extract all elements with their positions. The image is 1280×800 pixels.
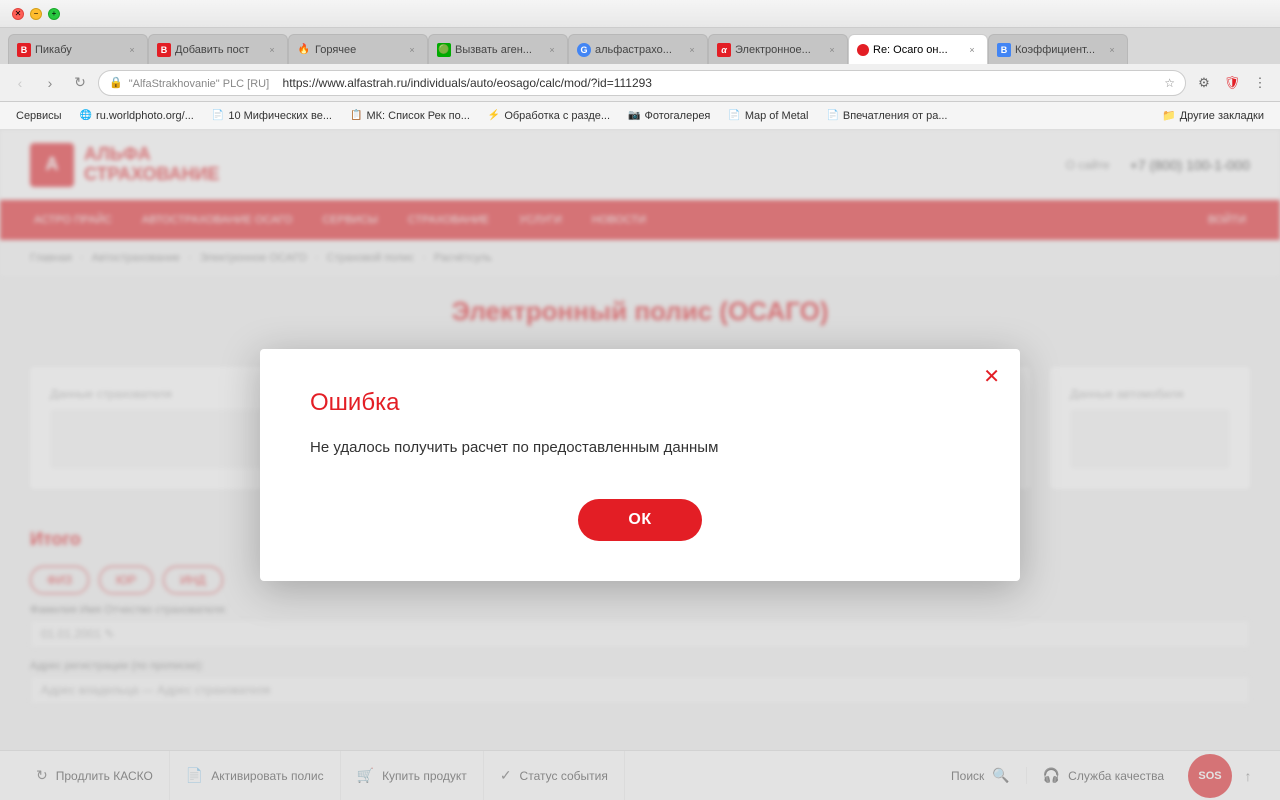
lock-icon: 🔒	[109, 76, 123, 89]
tab-close-agent[interactable]: ×	[545, 43, 559, 57]
modal-message: Не удалось получить расчет по предоставл…	[310, 437, 970, 460]
bookmark-vpechatleniya-label: Впечатления от ра...	[843, 110, 948, 122]
tab-title-electronic: Электронное...	[735, 44, 821, 56]
bookmark-services-label: Сервисы	[16, 110, 62, 122]
url-text: "AlfaStrakhovanie" PLC [RU] https://www.…	[129, 76, 1159, 90]
bookmark-services[interactable]: Сервисы	[8, 105, 70, 127]
menu-icon[interactable]: ⋮	[1248, 71, 1272, 95]
back-button[interactable]: ‹	[8, 71, 32, 95]
extensions-icon[interactable]: ⚙	[1192, 71, 1216, 95]
title-bar: ✕ − +	[0, 0, 1280, 28]
bookmark-favicon-worldphoto: 🌐	[80, 110, 92, 121]
tab-alfa[interactable]: G альфастрахо... ×	[568, 34, 708, 64]
bookmark-favicon-obrabotka: ⚡	[488, 110, 500, 121]
bookmark-10myths-label: 10 Мифических ве...	[228, 110, 332, 122]
tab-title-re-osago: Re: Осаго он...	[873, 44, 961, 56]
tab-close-hot[interactable]: ×	[405, 43, 419, 57]
tab-favicon-koeff: B	[997, 43, 1011, 57]
bookmark-favicon-mapofmetal: 📄	[728, 110, 740, 121]
bookmark-favicon-mk: 📋	[350, 110, 362, 121]
tab-close-pikabo[interactable]: ×	[125, 43, 139, 57]
tab-title-agent: Вызвать аген...	[455, 44, 541, 56]
bookmark-mk[interactable]: 📋 МК: Список Рек по...	[342, 105, 478, 127]
bookmark-worldphoto-label: ru.worldphoto.org/...	[96, 110, 194, 122]
bookmark-fotogalereya-label: Фотогалерея	[645, 110, 711, 122]
tab-agent[interactable]: 🟢 Вызвать аген... ×	[428, 34, 568, 64]
tab-favicon-hot: 🔥	[297, 43, 311, 57]
bookmark-mapofmetal[interactable]: 📄 Map of Metal	[720, 105, 816, 127]
tab-close-re-osago[interactable]: ×	[965, 43, 979, 57]
bookmark-folder-label: Другие закладки	[1180, 110, 1264, 122]
close-button[interactable]: ✕	[12, 8, 24, 20]
tab-title-pikabo: Пикабу	[35, 44, 121, 56]
tab-bar: В Пикабу × В Добавить пост × 🔥 Горячее ×…	[0, 28, 1280, 64]
minimize-button[interactable]: −	[30, 8, 42, 20]
modal-dialog: ✕ Ошибка Не удалось получить расчет по п…	[260, 349, 1020, 582]
bookmark-worldphoto[interactable]: 🌐 ru.worldphoto.org/...	[72, 105, 202, 127]
tab-favicon-re-osago	[857, 44, 869, 56]
tab-title-koeff: Коэффициент...	[1015, 44, 1101, 56]
modal-close-button[interactable]: ✕	[983, 367, 1000, 387]
tab-re-osago[interactable]: Re: Осаго он... ×	[848, 34, 988, 64]
bookmark-folder-other[interactable]: 📁 Другие закладки	[1154, 105, 1272, 127]
bookmark-favicon-vpechatleniya: 📄	[826, 110, 838, 121]
toolbar-icons: ⚙ 🛡 ⋮	[1192, 71, 1272, 95]
site-label: "AlfaStrakhovanie" PLC [RU]	[129, 78, 269, 90]
modal-ok-button[interactable]: ОК	[578, 499, 701, 541]
bookmark-obrabotka-label: Обработка с разде...	[504, 110, 610, 122]
tab-hot[interactable]: 🔥 Горячее ×	[288, 34, 428, 64]
tab-koeff[interactable]: B Коэффициент... ×	[988, 34, 1128, 64]
bookmark-mk-label: МК: Список Рек по...	[366, 110, 469, 122]
bookmark-star-icon[interactable]: ☆	[1164, 76, 1175, 90]
tab-title-alfa: альфастрахо...	[595, 44, 681, 56]
tab-favicon-addpost: В	[157, 43, 171, 57]
modal-overlay: ✕ Ошибка Не удалось получить расчет по п…	[0, 130, 1280, 800]
tab-favicon-agent: 🟢	[437, 43, 451, 57]
bookmark-10myths[interactable]: 📄 10 Мифических ве...	[204, 105, 340, 127]
tab-pikabo[interactable]: В Пикабу ×	[8, 34, 148, 64]
bookmark-favicon-10myths: 📄	[212, 110, 224, 121]
refresh-button[interactable]: ↻	[68, 71, 92, 95]
shield-icon[interactable]: 🛡	[1220, 71, 1244, 95]
forward-button[interactable]: ›	[38, 71, 62, 95]
tab-close-addpost[interactable]: ×	[265, 43, 279, 57]
bookmark-obrabotka[interactable]: ⚡ Обработка с разде...	[480, 105, 618, 127]
address-bar: ‹ › ↻ 🔒 "AlfaStrakhovanie" PLC [RU] http…	[0, 64, 1280, 102]
tab-addpost[interactable]: В Добавить пост ×	[148, 34, 288, 64]
bookmark-favicon-fotogalereya: 📷	[628, 110, 640, 121]
page-wrapper: А АЛЬФА СТРАХОВАНИЕ О сайте +7 (800) 100…	[0, 130, 1280, 800]
bookmarks-bar: Сервисы 🌐 ru.worldphoto.org/... 📄 10 Миф…	[0, 102, 1280, 130]
address-field[interactable]: 🔒 "AlfaStrakhovanie" PLC [RU] https://ww…	[98, 70, 1186, 96]
bookmark-mapofmetal-label: Map of Metal	[745, 110, 809, 122]
tab-close-koeff[interactable]: ×	[1105, 43, 1119, 57]
tab-favicon-pikabo: В	[17, 43, 31, 57]
bookmark-folder-icon: 📁	[1162, 109, 1176, 122]
tab-electronic[interactable]: α Электронное... ×	[708, 34, 848, 64]
tab-title-hot: Горячее	[315, 44, 401, 56]
url-value: https://www.alfastrah.ru/individuals/aut…	[283, 76, 652, 90]
tab-close-electronic[interactable]: ×	[825, 43, 839, 57]
tab-favicon-alfa: G	[577, 43, 591, 57]
tab-close-alfa[interactable]: ×	[685, 43, 699, 57]
bookmark-fotogalereya[interactable]: 📷 Фотогалерея	[620, 105, 718, 127]
tab-title-addpost: Добавить пост	[175, 44, 261, 56]
maximize-button[interactable]: +	[48, 8, 60, 20]
modal-title: Ошибка	[310, 389, 970, 417]
bookmark-vpechatleniya[interactable]: 📄 Впечатления от ра...	[818, 105, 955, 127]
traffic-lights: ✕ − +	[12, 8, 60, 20]
tab-favicon-electronic: α	[717, 43, 731, 57]
